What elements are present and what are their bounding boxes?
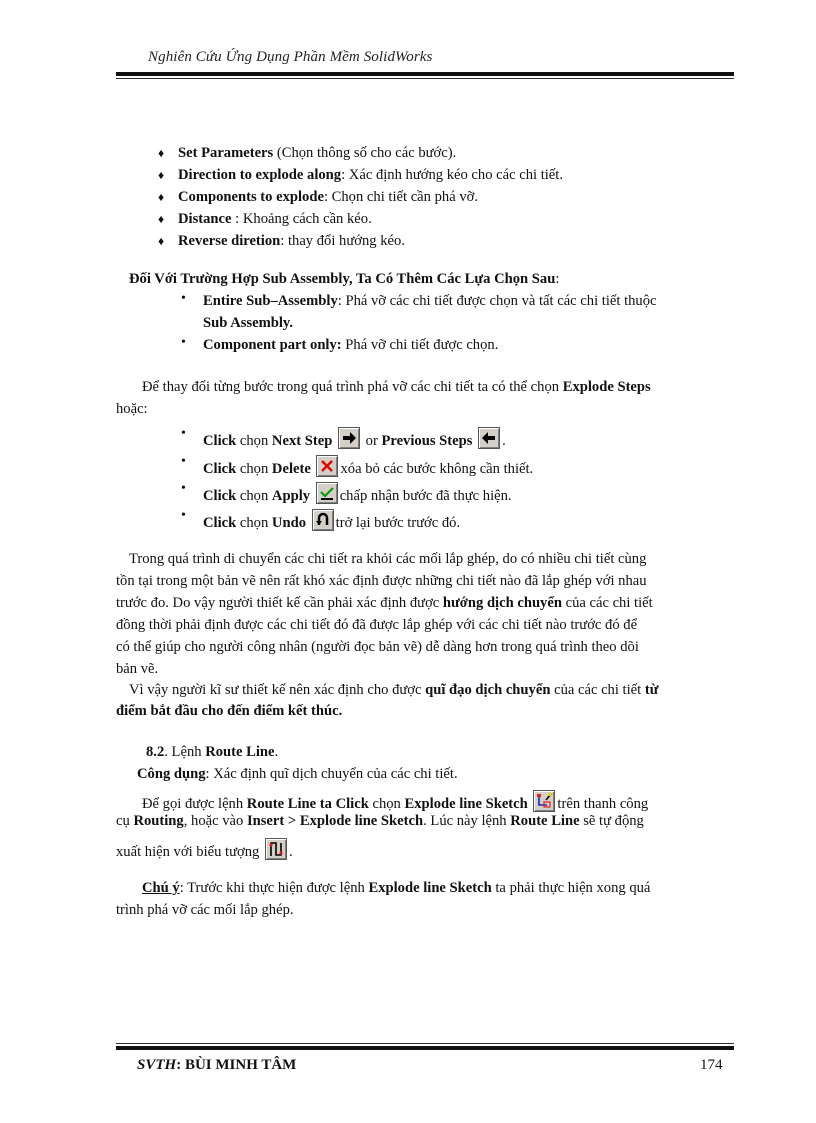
diamond-bullet-icon: ♦ <box>158 190 165 204</box>
list-item: Click chọn Undo trở lại bước trước đó. <box>203 509 460 532</box>
dot-bullet-icon: • <box>181 481 186 496</box>
section-heading: 8.2. Lệnh Route Line. <box>146 744 279 760</box>
list-item-continuation: Sub Assembly. <box>203 315 294 331</box>
explode-line-sketch-icon <box>533 790 556 812</box>
footer-rule-thin <box>116 1043 734 1044</box>
undo-icon <box>311 509 334 531</box>
dot-bullet-icon: • <box>181 454 186 469</box>
paragraph-line: có thể giúp cho người công nhân (người đ… <box>116 639 639 655</box>
list-item: Direction to explode along: Xác định hướ… <box>178 167 563 183</box>
dot-bullet-icon: • <box>181 508 186 523</box>
diamond-bullet-icon: ♦ <box>158 168 165 182</box>
list-item: Distance : Khoảng cách cần kéo. <box>178 211 372 227</box>
route-line-icon <box>264 838 287 860</box>
list-item: Entire Sub–Assembly: Phá vỡ các chi tiết… <box>203 293 657 309</box>
paragraph-line: trước đo. Do vậy người thiết kế cần phải… <box>116 595 653 611</box>
footer-rule-thick <box>116 1046 734 1050</box>
list-item: Reverse diretion: thay đổi hướng kéo. <box>178 233 405 249</box>
dot-bullet-icon: • <box>181 335 186 350</box>
list-item: Click chọn Apply chấp nhận bước đã thực … <box>203 482 512 505</box>
paragraph-line: đồng thời phải định được các chi tiết đó… <box>116 617 638 633</box>
paragraph-line: Để gọi được lệnh Route Line ta Click chọ… <box>142 790 648 813</box>
running-header-title: Nghiên Cứu Ứng Dụng Phần Mềm SolidWorks <box>148 49 433 65</box>
arrow-left-icon <box>478 427 501 449</box>
list-item: Click chọn Delete xóa bỏ các bước không … <box>203 455 533 478</box>
sub-assembly-heading: Đối Với Trường Hợp Sub Assembly, Ta Có T… <box>129 271 560 287</box>
diamond-bullet-icon: ♦ <box>158 234 165 248</box>
paragraph-line: điểm bắt đầu cho đến điểm kết thúc. <box>116 703 343 719</box>
list-item: Components to explode: Chọn chi tiết cần… <box>178 189 478 205</box>
dot-bullet-icon: • <box>181 291 186 306</box>
explode-steps-intro-cont: hoặc: <box>116 401 148 417</box>
dot-bullet-icon: • <box>181 426 186 441</box>
usage-line: Công dụng: Xác định quĩ dịch chuyển của … <box>137 766 458 782</box>
list-item: Click chọn Next Step or Previous Steps . <box>203 427 506 450</box>
list-item: Component part only: Phá vỡ chi tiết đượ… <box>203 337 499 353</box>
footer-author: SVTH: BÙI MINH TÂM <box>137 1057 297 1073</box>
paragraph-line: Trong quá trình di chuyển các chi tiết r… <box>129 551 647 567</box>
apply-check-icon <box>315 482 338 504</box>
paragraph-line: xuất hiện với biểu tượng . <box>116 838 293 861</box>
header-rule-thick <box>116 72 734 76</box>
paragraph-line: cụ Routing, hoặc vào Insert > Explode li… <box>116 813 644 829</box>
diamond-bullet-icon: ♦ <box>158 212 165 226</box>
paragraph-line: Vì vậy người kĩ sư thiết kế nên xác định… <box>129 682 659 698</box>
paragraph-line: tồn tại trong một bản vẽ nên rất khó xác… <box>116 573 647 589</box>
delete-x-icon <box>316 455 339 477</box>
note-line: Chú ý: Trước khi thực hiện được lệnh Exp… <box>142 880 651 896</box>
explode-steps-intro: Để thay đổi từng bước trong quá trình ph… <box>142 379 651 395</box>
note-line: trình phá vỡ các mối lắp ghép. <box>116 902 294 918</box>
list-item: Set Parameters (Chọn thông số cho các bư… <box>178 145 457 161</box>
header-rule-thin <box>116 78 734 79</box>
diamond-bullet-icon: ♦ <box>158 146 165 160</box>
paragraph-line: bản vẽ. <box>116 661 159 677</box>
arrow-right-icon <box>337 427 360 449</box>
page-number: 174 <box>700 1057 723 1073</box>
